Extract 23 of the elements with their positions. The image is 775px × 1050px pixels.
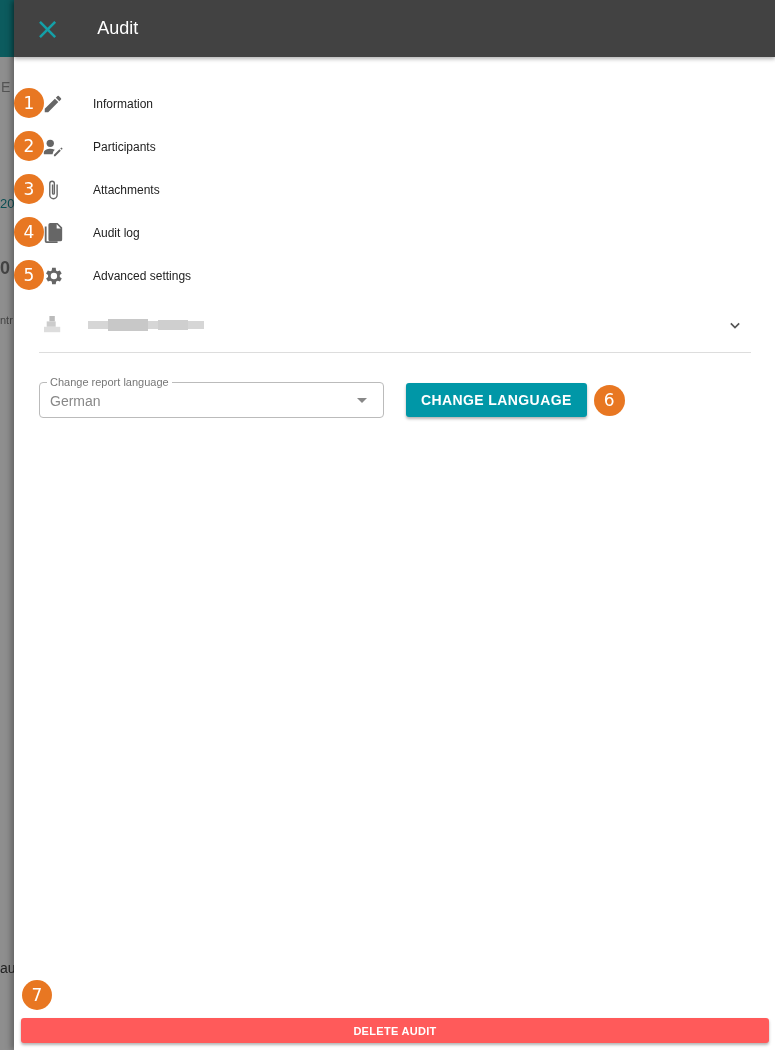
background-text: E xyxy=(1,79,11,95)
field-label: Change report language xyxy=(47,376,172,388)
step-badge: 4 xyxy=(14,217,44,247)
step-badge: 2 xyxy=(14,131,44,161)
background-text: 20 xyxy=(0,196,14,211)
menu-item[interactable]: Information xyxy=(93,96,154,111)
menu-item[interactable]: Attachments xyxy=(93,182,160,197)
background-text: ntr xyxy=(0,314,13,326)
step-badge: 3 xyxy=(14,174,44,204)
menu-item[interactable]: Advanced settings xyxy=(93,268,192,283)
menu-item[interactable]: Audit log xyxy=(93,225,140,240)
panel-title: Audit xyxy=(97,18,139,39)
caret-icon xyxy=(357,397,367,403)
step-badge: 7 xyxy=(22,980,52,1010)
menu-item[interactable]: Participants xyxy=(93,139,156,154)
blurred-icon xyxy=(44,316,62,334)
step-badge: 6 xyxy=(593,384,625,416)
change-language-button[interactable]: CHANGE LANGUAGE xyxy=(406,383,587,417)
document-icon xyxy=(42,221,64,244)
step-badge: 5 xyxy=(14,260,44,290)
background-text: au xyxy=(0,960,14,976)
background-text: 0 xyxy=(0,258,10,279)
step-badge: 1 xyxy=(14,88,44,118)
